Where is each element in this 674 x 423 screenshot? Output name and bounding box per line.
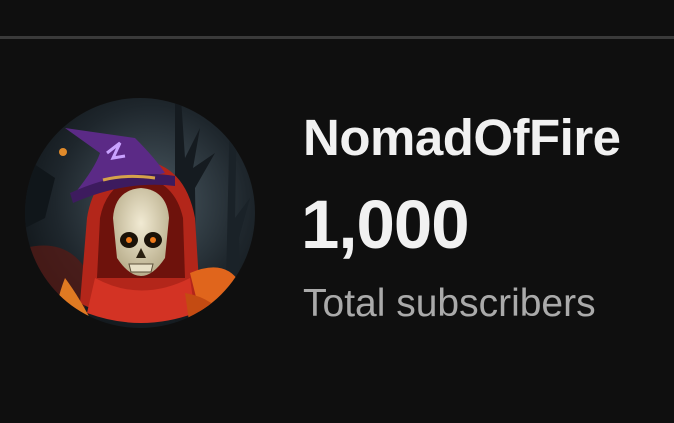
subscriber-count: 1,000 xyxy=(301,186,470,263)
channel-avatar[interactable] xyxy=(25,98,255,328)
next-section-heading-clip xyxy=(0,405,674,423)
channel-name[interactable]: NomadOfFire xyxy=(303,108,621,167)
top-divider xyxy=(0,36,674,39)
subscriber-label: Total subscribers xyxy=(303,282,596,325)
skull-wizard-avatar-icon xyxy=(25,98,255,328)
